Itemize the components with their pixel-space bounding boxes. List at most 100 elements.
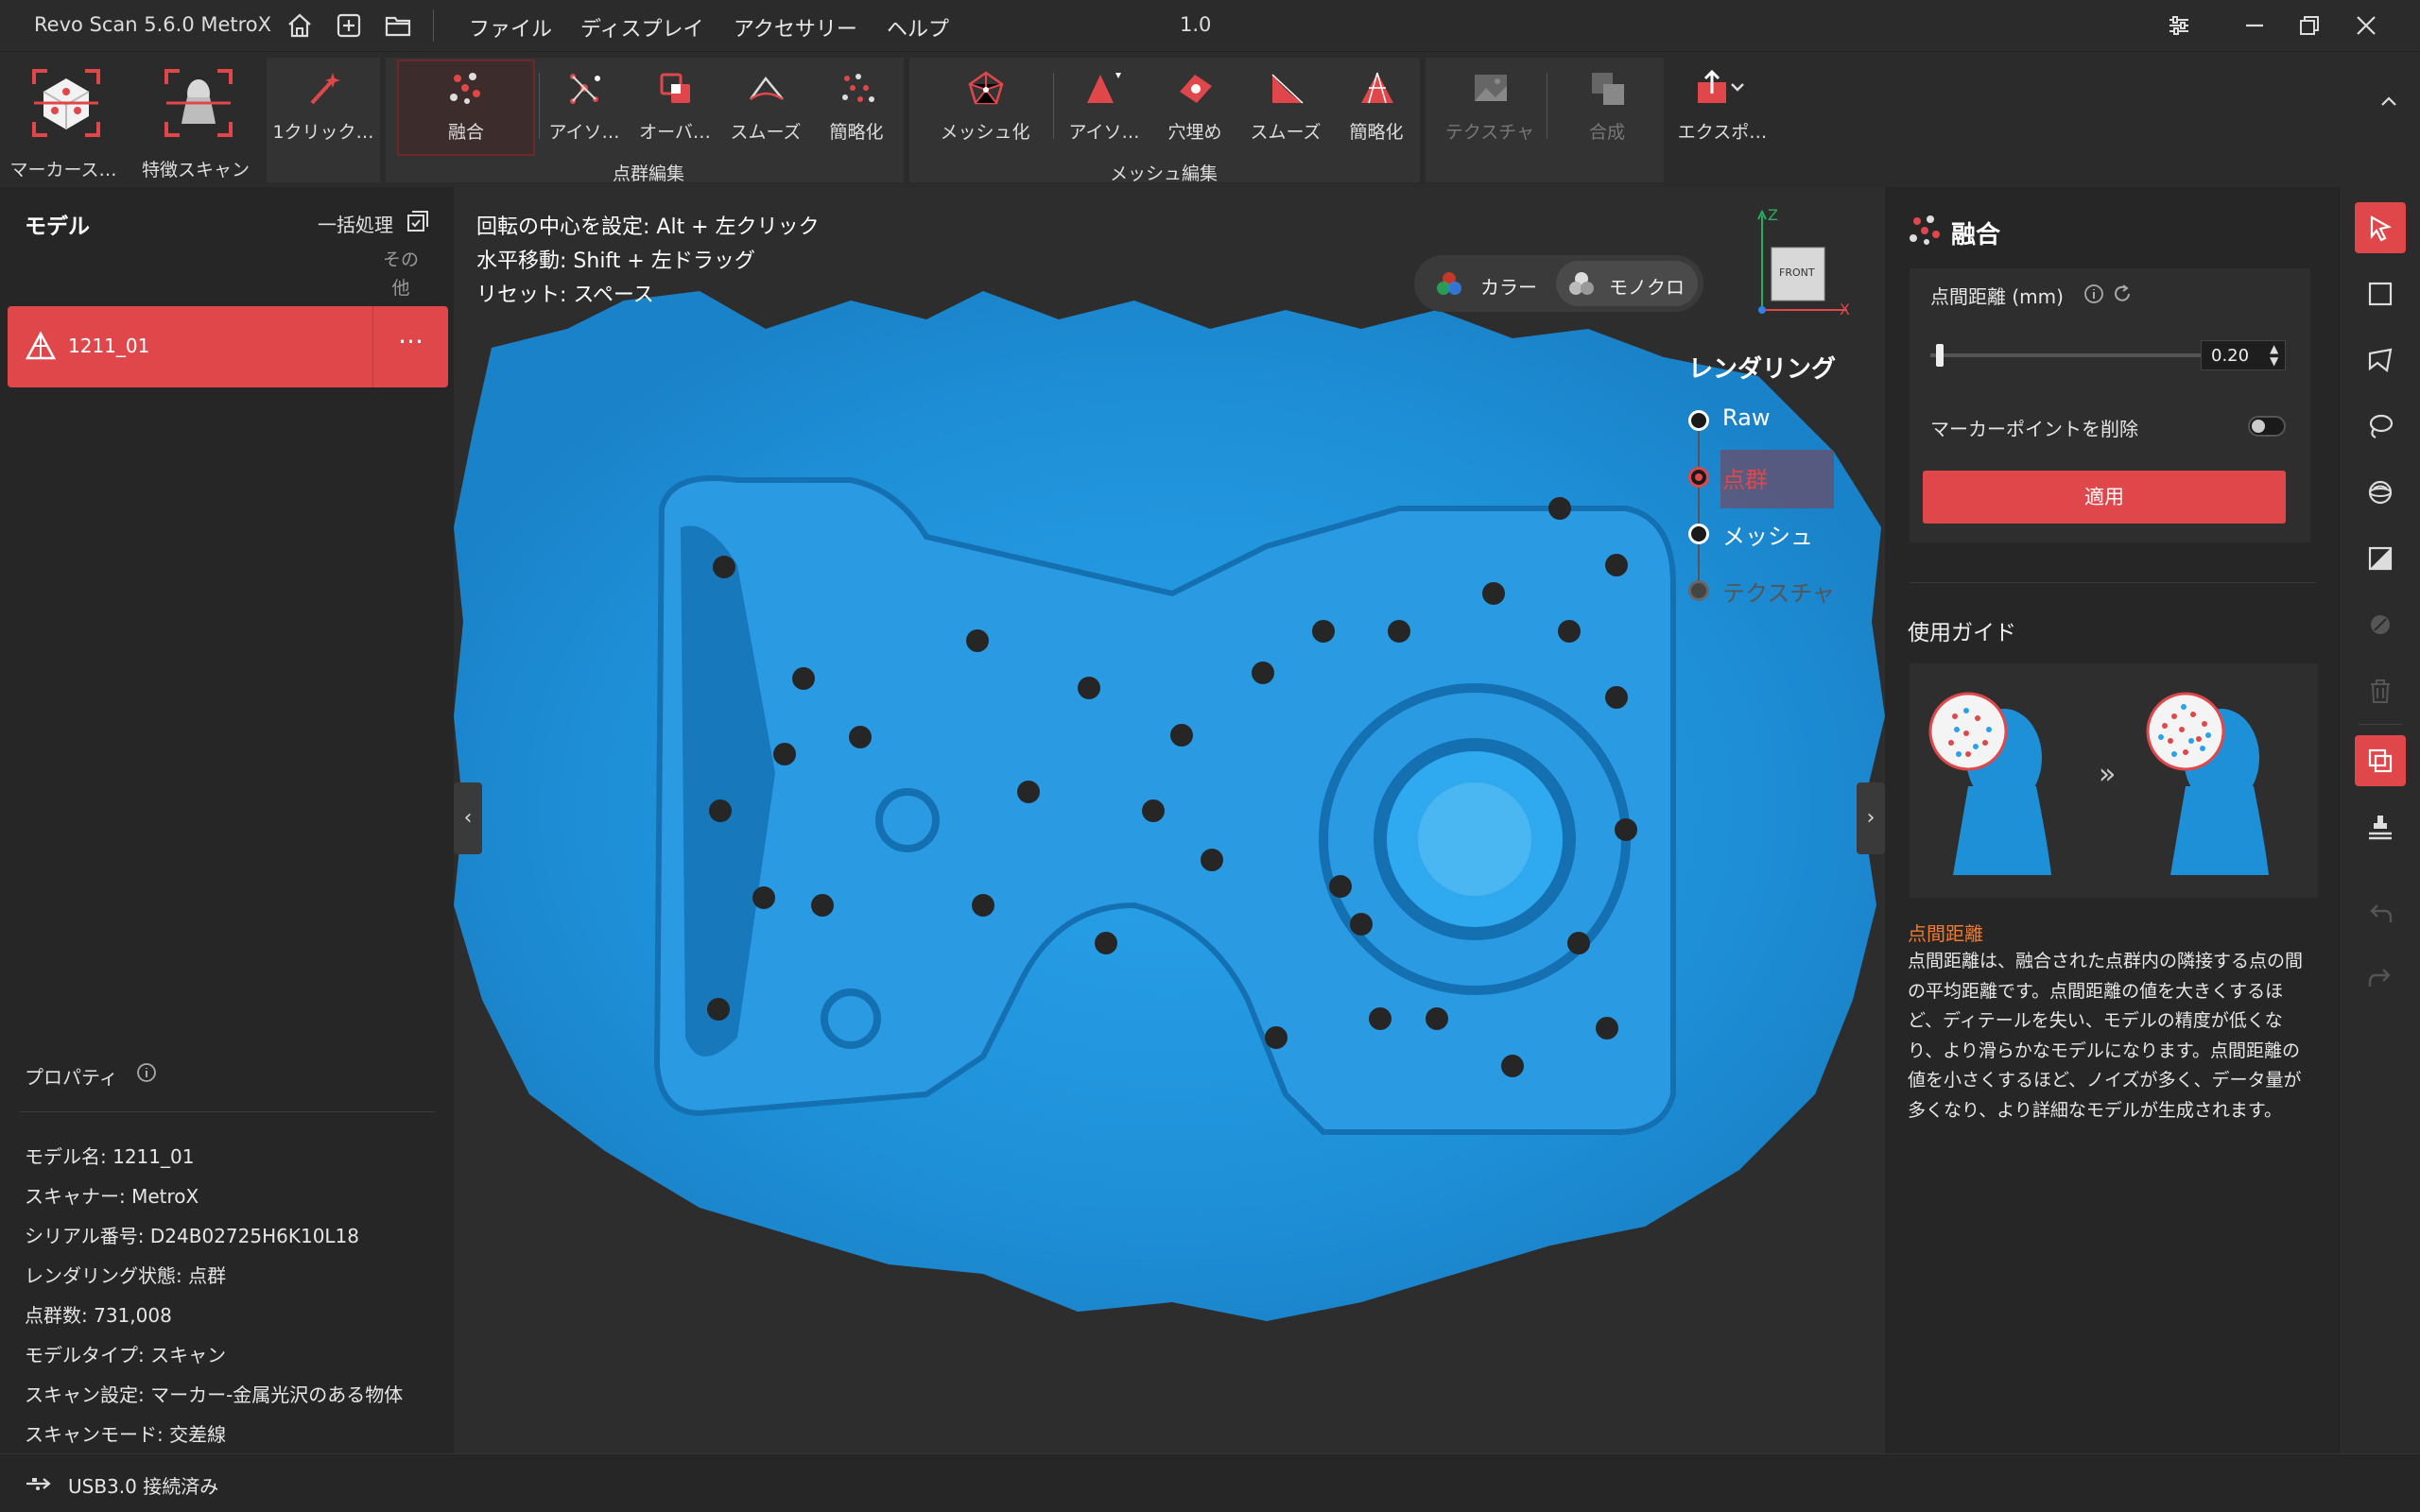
feature-scan-icon — [164, 69, 233, 137]
model-item-name: 1211_01 — [68, 335, 150, 357]
new-project-icon[interactable] — [335, 11, 363, 40]
scan-point-cloud[interactable] — [454, 187, 1885, 1453]
point-spacing-slider-handle[interactable] — [1935, 344, 1944, 367]
mesh-simplify-button[interactable]: 簡略化 — [1329, 61, 1424, 156]
connected-select-button[interactable] — [2355, 467, 2406, 518]
prop-model-type: モデルタイプ: スキャン — [25, 1344, 227, 1366]
pointer-select-button[interactable] — [2355, 202, 2406, 253]
collapse-toolbar-icon[interactable] — [2377, 90, 2401, 114]
mesh-isolate-button[interactable]: アイソ… — [1057, 61, 1151, 156]
marker-scan-button[interactable]: マーカース… — [2, 61, 125, 184]
batch-process-icon[interactable] — [406, 210, 429, 232]
close-icon[interactable] — [2352, 11, 2380, 40]
model-more-button[interactable]: ··· — [372, 306, 448, 387]
point-spacing-input[interactable]: 0.20 ▲ ▼ — [2201, 340, 2286, 370]
render-raw-option[interactable]: Raw — [1688, 403, 1877, 440]
rect-select-button[interactable] — [2355, 268, 2406, 319]
polygon-select-button[interactable] — [2355, 335, 2406, 386]
overlap-icon — [660, 73, 690, 103]
home-icon[interactable] — [285, 11, 314, 40]
radio-mesh[interactable] — [1688, 524, 1709, 544]
radio-texture[interactable] — [1688, 580, 1709, 601]
render-mesh-option[interactable]: メッシュ — [1688, 516, 1877, 554]
one-click-button[interactable]: 1クリック… — [270, 61, 376, 156]
title-divider — [433, 9, 434, 42]
menu-file[interactable]: ファイル — [469, 12, 552, 43]
point-cloud-edit-label: 点群編集 — [613, 163, 685, 184]
polygon-select-icon — [2368, 348, 2393, 373]
invert-select-button[interactable] — [2355, 599, 2406, 650]
lasso-icon — [2369, 414, 2394, 438]
meshing-button[interactable]: メッシュ化 — [928, 61, 1042, 156]
merge-button[interactable]: 合成 — [1550, 61, 1664, 156]
undo-button[interactable] — [2355, 888, 2406, 939]
marker-scan-icon — [32, 69, 100, 137]
axis-z-label: Z — [1768, 206, 1778, 224]
render-texture-label: テクスチャ — [1722, 580, 1836, 607]
color-mode-button[interactable]: カラー — [1422, 261, 1554, 306]
radio-point-cloud[interactable] — [1688, 467, 1709, 488]
export-group: エクスポ… — [1669, 58, 1775, 182]
spin-arrows-icon[interactable]: ▲ ▼ — [2270, 343, 2278, 368]
settings-sliders-icon[interactable] — [2165, 11, 2193, 40]
pc-smooth-label: スムーズ — [730, 122, 802, 143]
through-select-button[interactable] — [2355, 533, 2406, 584]
mesh-simplify-label: 簡略化 — [1349, 122, 1404, 143]
export-label: エクスポ… — [1677, 122, 1768, 143]
through-select-icon — [2368, 546, 2393, 571]
feature-scan-button[interactable]: 特徴スキャン — [134, 61, 257, 184]
collapse-right-panel-button[interactable]: › — [1857, 782, 1885, 854]
pc-overlap-button[interactable]: オーバ… — [628, 61, 722, 156]
title-bar: Revo Scan 5.6.0 MetroX ファイル ディスプレイ アクセサリ… — [0, 0, 2420, 51]
fill-holes-icon — [1180, 75, 1212, 103]
mesh-smooth-button[interactable]: スムーズ — [1238, 61, 1333, 156]
render-point-cloud-option[interactable]: 点群 — [1688, 459, 1877, 497]
delete-button[interactable] — [2355, 665, 2406, 716]
texture-button[interactable]: テクスチャ — [1433, 61, 1547, 156]
point-spacing-slider[interactable] — [1930, 353, 2204, 357]
view-cube-gizmo[interactable]: FRONT Z X — [1749, 206, 1853, 319]
info-icon[interactable] — [2083, 284, 2104, 304]
front-cube-label: FRONT — [1779, 266, 1815, 279]
fusion-tool-button[interactable]: 融合 — [397, 60, 535, 156]
reset-icon[interactable] — [2112, 284, 2133, 304]
restore-icon[interactable] — [2295, 11, 2324, 40]
stamp-icon — [2369, 816, 2392, 840]
remove-marker-toggle[interactable] — [2248, 416, 2286, 437]
info-icon[interactable] — [136, 1062, 157, 1083]
remove-marker-label: マーカーポイントを削除 — [1930, 418, 2138, 440]
mono-color-icon — [1569, 272, 1594, 295]
axis-lines — [1757, 209, 1847, 314]
3d-viewport[interactable]: 回転の中心を設定: Alt + 左クリック 水平移動: Shift + 左ドラッ… — [454, 187, 1885, 1453]
minimize-icon[interactable] — [2240, 11, 2269, 40]
mono-mode-button[interactable]: モノクロ — [1556, 261, 1698, 306]
properties-title: プロパティ — [25, 1066, 118, 1089]
render-texture-option[interactable]: テクスチャ — [1688, 573, 1877, 610]
export-button[interactable]: エクスポ… — [1669, 61, 1775, 156]
pc-smooth-button[interactable]: スムーズ — [718, 61, 813, 156]
menu-accessory[interactable]: アクセサリー — [734, 12, 857, 43]
model-panel-title: モデル — [25, 215, 90, 239]
fill-holes-button[interactable]: 穴埋め — [1148, 61, 1242, 156]
mesh-smooth-icon — [1271, 74, 1304, 104]
radio-raw[interactable] — [1688, 410, 1709, 431]
apply-button[interactable]: 適用 — [1923, 471, 2286, 524]
pc-simplify-label: 簡略化 — [829, 122, 884, 143]
open-folder-icon[interactable] — [384, 11, 412, 40]
pc-simplify-button[interactable]: 簡略化 — [809, 61, 904, 156]
overlay-view-button[interactable] — [2355, 735, 2406, 786]
redo-button[interactable] — [2355, 953, 2406, 1004]
collapse-left-panel-button[interactable]: ‹ — [454, 782, 482, 854]
trash-icon — [2371, 679, 2390, 703]
menu-display[interactable]: ディスプレイ — [580, 12, 703, 43]
plane-cut-button[interactable] — [2355, 801, 2406, 852]
smooth-icon — [749, 76, 784, 101]
batch-process-button[interactable]: 一括処理 — [318, 210, 393, 237]
mesh-edit-group: メッシュ化 アイソ… 穴埋め スムーズ 簡略化 メッシュ編集 — [909, 58, 1420, 184]
model-list-item[interactable]: 1211_01 ··· — [8, 306, 448, 387]
pc-isolate-button[interactable]: アイソ… — [537, 61, 631, 156]
other-menu[interactable]: その他 — [382, 246, 420, 302]
lasso-select-button[interactable] — [2355, 401, 2406, 452]
marker-scan-label: マーカース… — [9, 160, 117, 180]
menu-help[interactable]: ヘルプ — [887, 12, 949, 43]
